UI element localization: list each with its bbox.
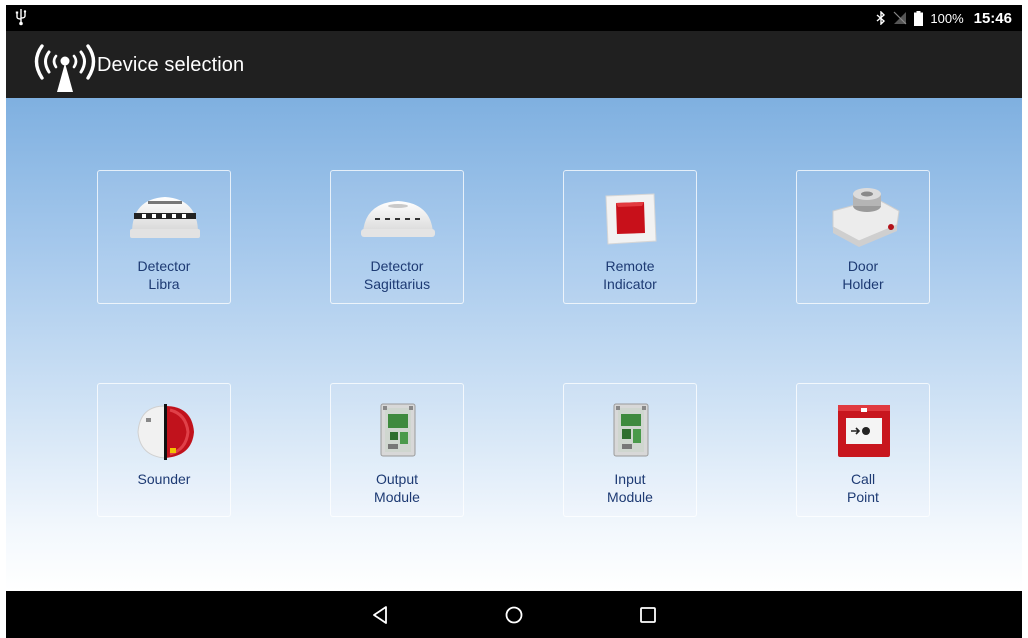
battery-percent: 100% <box>930 10 964 26</box>
device-label: Output Module <box>374 471 420 505</box>
device-tile-remote-indicator[interactable]: Remote Indicator <box>563 170 697 304</box>
device-tile-output-module[interactable]: Output Module <box>330 383 464 517</box>
clock: 15:46 <box>973 9 1012 27</box>
detector-libra-icon <box>120 181 210 251</box>
device-tile-sounder[interactable]: Sounder <box>97 383 231 517</box>
recents-icon <box>640 607 656 623</box>
device-label: Door Holder <box>842 258 884 292</box>
remote-indicator-icon <box>586 181 676 251</box>
back-icon <box>373 606 387 624</box>
battery-icon <box>914 10 924 26</box>
usb-icon <box>15 9 27 26</box>
status-indicators: 100% 15:46 <box>876 5 1012 31</box>
detector-sagittarius-icon <box>353 181 443 251</box>
output-module-icon <box>353 394 443 464</box>
home-icon <box>505 606 523 624</box>
device-label: Sounder <box>137 471 191 487</box>
device-tile-detector-libra[interactable]: Detector Libra <box>97 170 231 304</box>
device-label: Detector Libra <box>137 258 191 292</box>
input-module-icon <box>586 394 676 464</box>
device-tile-door-holder[interactable]: Door Holder <box>796 170 930 304</box>
back-button[interactable] <box>369 604 391 626</box>
device-tile-input-module[interactable]: Input Module <box>563 383 697 517</box>
bluetooth-icon <box>876 11 886 25</box>
page-title: Device selection <box>97 54 245 76</box>
no-signal-icon <box>893 11 907 25</box>
door-holder-icon <box>819 181 909 251</box>
device-tile-detector-sagittarius[interactable]: Detector Sagittarius <box>330 170 464 304</box>
call-point-icon <box>819 394 909 464</box>
device-label: Call Point <box>847 471 879 505</box>
navigation-bar <box>6 591 1022 638</box>
device-label: Input Module <box>607 471 653 505</box>
device-grid: Detector Libra Detector Sagittarius Remo… <box>6 98 1022 591</box>
device-label: Detector Sagittarius <box>363 258 431 292</box>
status-bar: 100% 15:46 <box>6 5 1022 31</box>
wireless-antenna-icon <box>34 44 96 92</box>
device-tile-call-point[interactable]: Call Point <box>796 383 930 517</box>
device-label: Remote Indicator <box>603 258 657 292</box>
sounder-icon <box>120 394 210 464</box>
recents-button[interactable] <box>637 604 659 626</box>
home-button[interactable] <box>503 604 525 626</box>
device-screen: 100% 15:46 Device selection Detector Lib… <box>6 5 1022 638</box>
app-bar: Device selection <box>6 31 1022 98</box>
